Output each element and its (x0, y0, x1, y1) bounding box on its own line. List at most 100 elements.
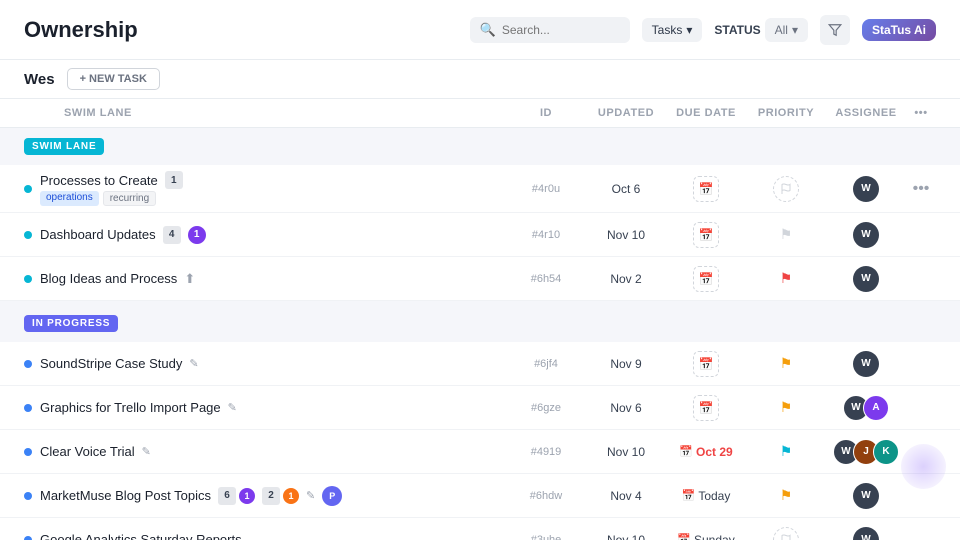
task-name[interactable]: Processes to Create (40, 173, 158, 188)
task-name[interactable]: Blog Ideas and Process (40, 271, 177, 286)
table-row: Graphics for Trello Import Page ✎ #6gze … (0, 386, 960, 430)
notification-purple: 1 (239, 488, 255, 504)
task-priority (746, 176, 826, 202)
task-name-cell: Blog Ideas and Process ⬆ (24, 271, 506, 287)
task-name[interactable]: MarketMuse Blog Post Topics (40, 488, 211, 503)
task-due-date: 📅 Sunday (666, 533, 746, 540)
avatar-group: W J K (833, 439, 899, 465)
task-badge-2: 2 (262, 487, 280, 505)
task-id: #6h54 (506, 273, 586, 285)
task-updated: Nov 10 (586, 445, 666, 459)
task-name-wrapper: SoundStripe Case Study ✎ (40, 356, 199, 371)
toolbar: Wes + NEW TASK (0, 60, 960, 99)
task-due-date: 📅 (666, 222, 746, 248)
task-priority: ⚑ (746, 487, 826, 504)
task-name[interactable]: Google Analytics Saturday Reports (40, 532, 242, 540)
task-updated: Oct 6 (586, 182, 666, 196)
task-name-cell: MarketMuse Blog Post Topics 6 1 2 1 ✎ P (24, 486, 506, 506)
user-name: Wes (24, 71, 55, 88)
task-updated: Nov 9 (586, 357, 666, 371)
avatar: W (853, 222, 879, 248)
task-icons-row: Graphics for Trello Import Page ✎ (40, 400, 237, 415)
today-text: Today (698, 489, 730, 503)
due-date-cell: 📅 Today (682, 489, 731, 503)
task-tags: operations recurring (40, 191, 183, 206)
task-name-wrapper: Processes to Create 1 operations recurri… (40, 171, 183, 206)
tag-operations: operations (40, 191, 99, 206)
task-updated: Nov 10 (586, 533, 666, 540)
search-bar[interactable]: 🔍 (470, 17, 630, 43)
chevron-down-icon: ▾ (792, 23, 798, 37)
task-updated: Nov 4 (586, 489, 666, 503)
due-date-cell: 📅 Oct 29 (679, 445, 732, 459)
task-name[interactable]: Graphics for Trello Import Page (40, 400, 221, 415)
status-ai-label: StaTus Ai (872, 23, 926, 37)
task-due-date: 📅 Oct 29 (666, 445, 746, 459)
col-id: ID (506, 107, 586, 119)
table-row: Dashboard Updates 4 1 #4r10 Nov 10 📅 ⚑ W (0, 213, 960, 257)
search-input[interactable] (502, 23, 582, 37)
task-assignee: W (826, 222, 906, 248)
avatar: W (853, 483, 879, 509)
priority-flag-yellow: ⚑ (780, 487, 793, 504)
task-name[interactable]: Dashboard Updates (40, 227, 156, 242)
filter-button[interactable] (820, 15, 850, 45)
table-row: Blog Ideas and Process ⬆ #6h54 Nov 2 📅 ⚑… (0, 257, 960, 301)
task-name-cell: Graphics for Trello Import Page ✎ (24, 400, 506, 415)
overdue-date: Oct 29 (696, 445, 733, 459)
task-icons-row: Processes to Create 1 (40, 171, 183, 189)
person-avatar-icon: P (322, 486, 342, 506)
priority-flag-yellow: ⚑ (780, 355, 793, 372)
task-name-cell: Processes to Create 1 operations recurri… (24, 171, 506, 206)
section-in-progress: IN PROGRESS SoundStripe Case Study ✎ #6j… (0, 305, 960, 540)
edit-icon[interactable]: ✎ (306, 489, 315, 502)
in-progress-badge: IN PROGRESS (24, 315, 118, 332)
task-badge-num: 4 (163, 226, 181, 244)
task-name[interactable]: SoundStripe Case Study (40, 356, 182, 371)
section-header-swim: SWIM LANE (0, 128, 960, 165)
table-row: SoundStripe Case Study ✎ #6jf4 Nov 9 📅 ⚑… (0, 342, 960, 386)
status-value-dropdown[interactable]: All ▾ (765, 18, 808, 42)
status-all-label: All (775, 23, 788, 37)
col-more: ••• (906, 107, 936, 119)
tasks-dropdown[interactable]: Tasks ▾ (642, 18, 703, 42)
new-task-button[interactable]: + NEW TASK (67, 68, 160, 90)
edit-icon[interactable]: ✎ (189, 357, 198, 370)
section-header-progress: IN PROGRESS (0, 305, 960, 342)
page-title: Ownership (24, 17, 138, 43)
table-row: Processes to Create 1 operations recurri… (0, 165, 960, 213)
task-priority: ⚑ (746, 270, 826, 287)
calendar-icon: 📅 (677, 533, 691, 540)
notification-orange: 1 (283, 488, 299, 504)
chevron-down-icon: ▾ (686, 23, 692, 37)
col-updated: UPDATED (586, 107, 666, 119)
task-icons-row: MarketMuse Blog Post Topics 6 1 2 1 ✎ P (40, 486, 342, 506)
table-row: MarketMuse Blog Post Topics 6 1 2 1 ✎ P … (0, 474, 960, 518)
task-name[interactable]: Clear Voice Trial (40, 444, 135, 459)
edit-icon[interactable]: ✎ (228, 401, 237, 414)
avatar: W (853, 266, 879, 292)
task-name-wrapper: Clear Voice Trial ✎ (40, 444, 151, 459)
col-due-date: DUE DATE (666, 107, 746, 119)
more-options-button[interactable]: ••• (906, 180, 936, 198)
swim-lane-badge: SWIM LANE (24, 138, 104, 155)
calendar-icon: 📅 (682, 489, 696, 502)
task-priority: ⚑ (746, 226, 826, 243)
task-updated: Nov 2 (586, 272, 666, 286)
task-name-wrapper: Dashboard Updates 4 1 (40, 226, 206, 244)
tag-recurring: recurring (103, 191, 156, 206)
task-assignee: W A (826, 395, 906, 421)
status-filter: STATUS All ▾ (714, 18, 808, 42)
task-assignee: W (826, 483, 906, 509)
task-id: #6jf4 (506, 358, 586, 370)
task-icons-row: Dashboard Updates 4 1 (40, 226, 206, 244)
task-badge-6: 6 (218, 487, 236, 505)
status-dot-blue (24, 492, 32, 500)
section-swim-lane: SWIM LANE Processes to Create 1 operatio… (0, 128, 960, 301)
edit-icon[interactable]: ✎ (142, 445, 151, 458)
sunday-text: Sunday (694, 533, 735, 540)
priority-dashed (773, 527, 799, 540)
priority-flag-red: ⚑ (780, 270, 793, 287)
task-updated: Nov 10 (586, 228, 666, 242)
tasks-label: Tasks (652, 23, 683, 37)
